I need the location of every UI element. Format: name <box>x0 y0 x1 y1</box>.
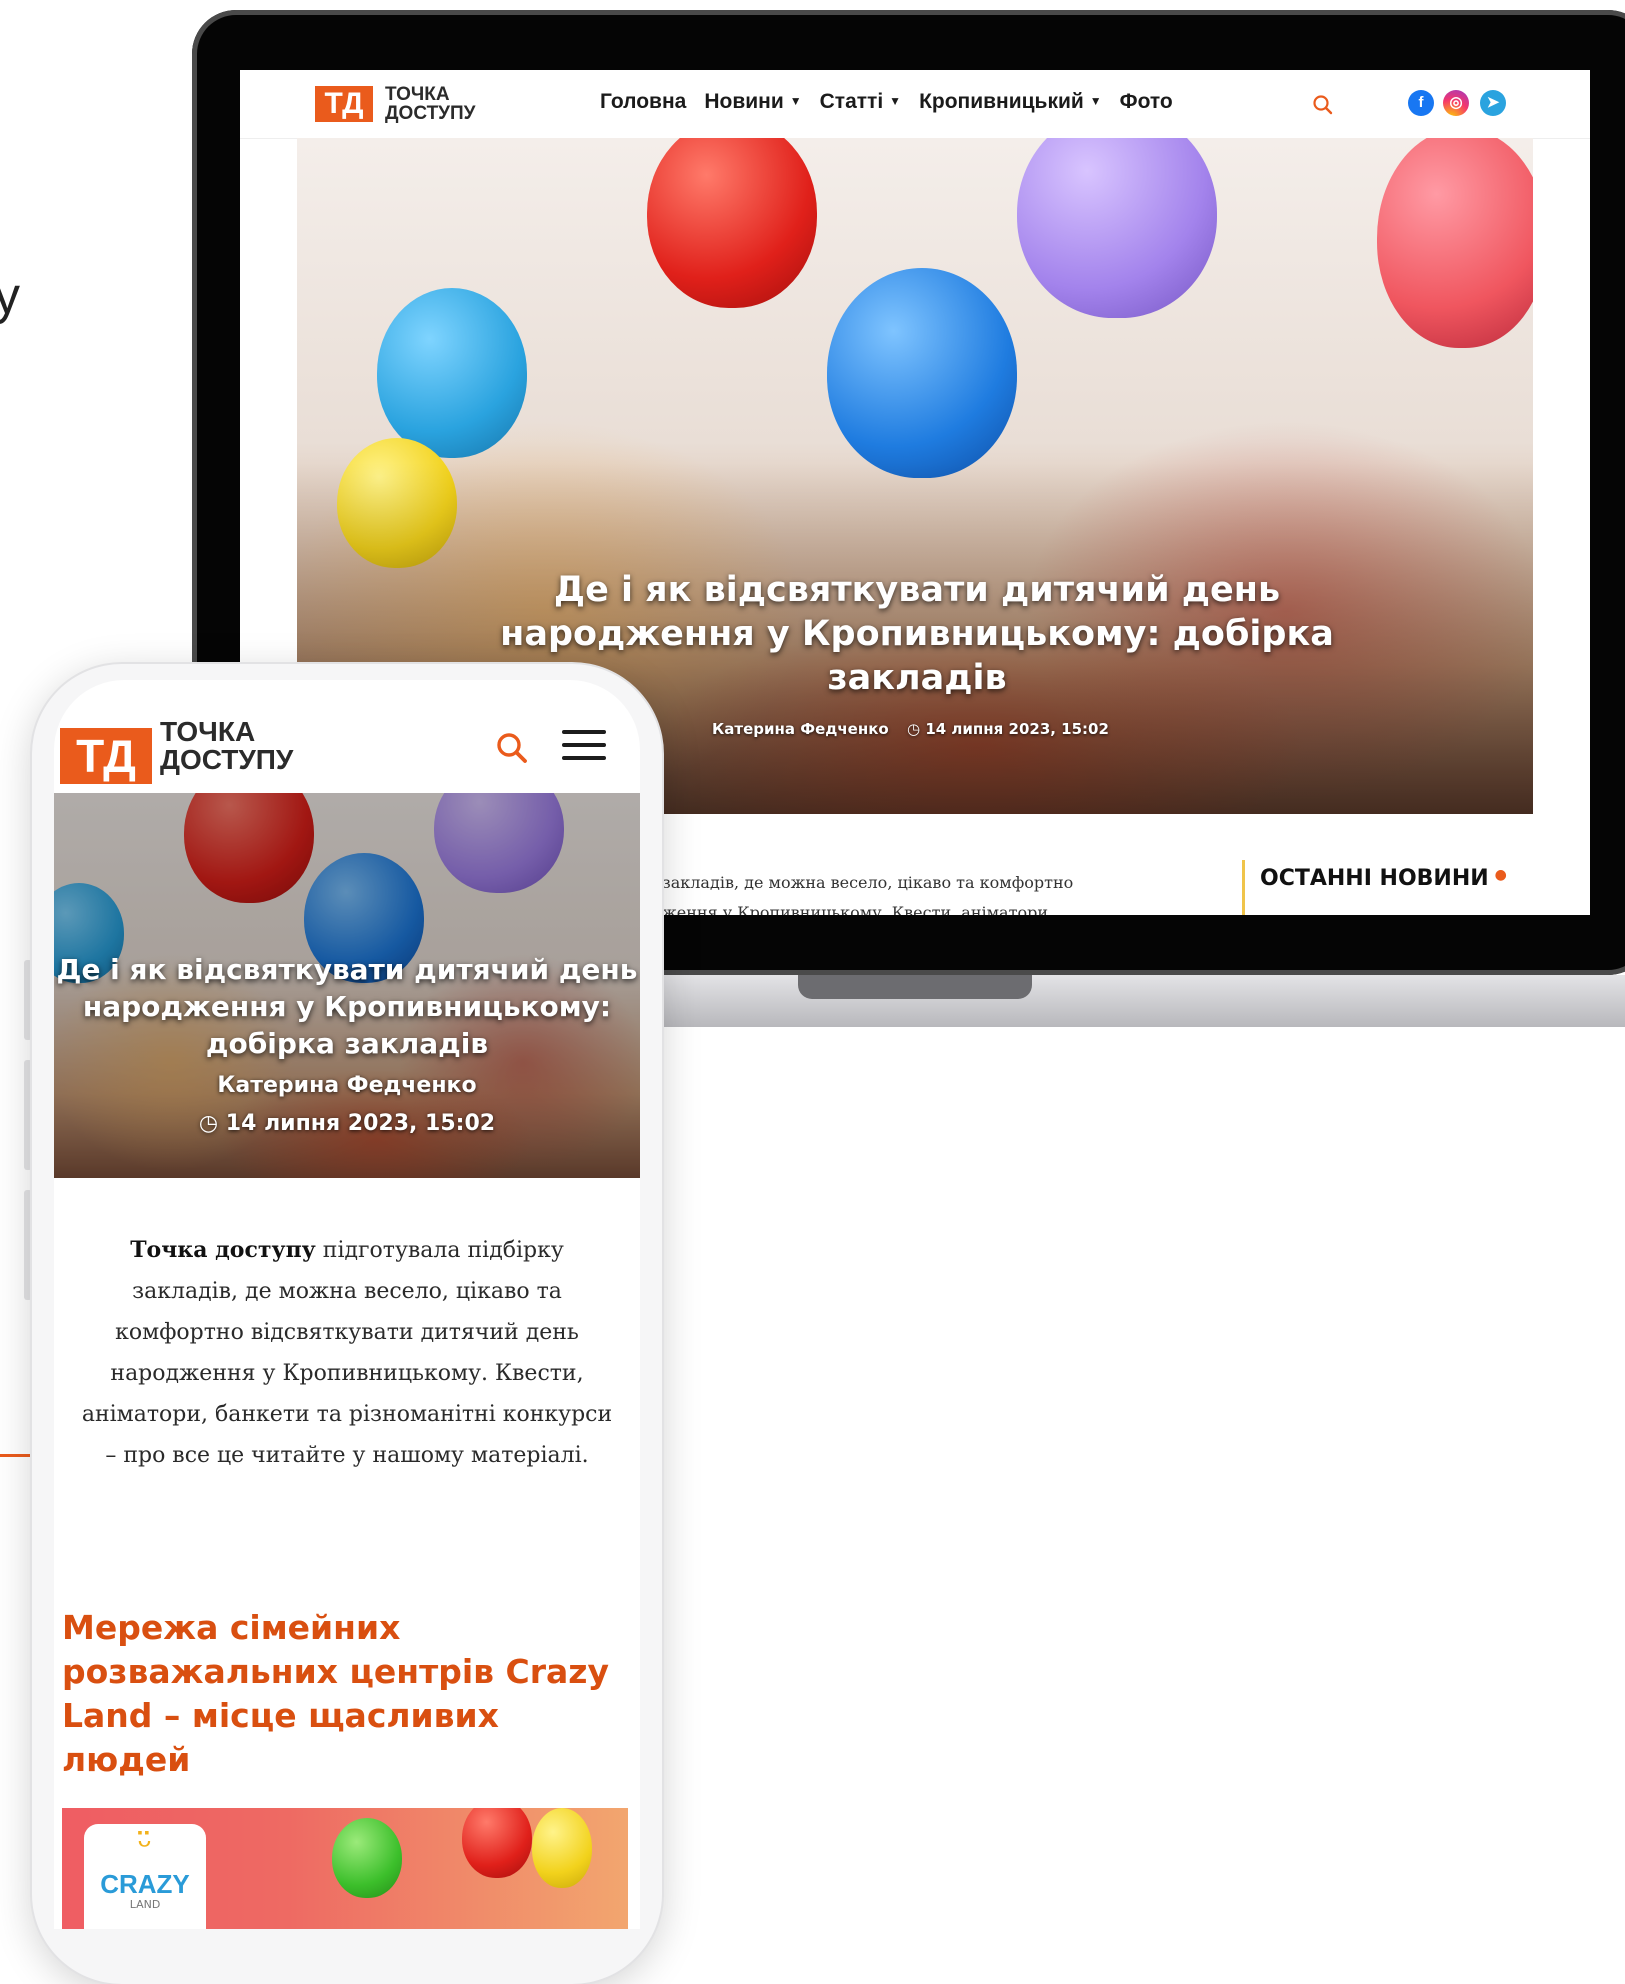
instagram-icon[interactable]: ◎ <box>1443 90 1469 116</box>
phone-button <box>24 1060 32 1170</box>
nav-item-photo[interactable]: Фото <box>1120 90 1173 114</box>
hamburger-menu-icon[interactable] <box>562 730 606 760</box>
article-body-preview: закладів, де можна весело, цікаво та ком… <box>662 873 1074 915</box>
nav-item-kropyvnytskyi[interactable]: Кропивницький ▼ <box>919 90 1102 114</box>
main-navigation: Головна Новини ▼ Статті ▼ Кропивницький ▼ Ф… <box>600 90 1173 114</box>
site-header: ТД ТОЧКА ДОСТУПУ Головна Новини ▼ Статті ▼… <box>240 70 1590 139</box>
nav-item-articles[interactable]: Статті ▼ <box>820 90 901 114</box>
caret-down-icon: ▼ <box>889 94 902 108</box>
sidebar-divider <box>1242 860 1245 915</box>
article-author[interactable]: Катерина Федченко <box>54 1073 640 1098</box>
logo-mark[interactable]: ТД <box>315 86 373 122</box>
search-icon[interactable] <box>1310 92 1336 118</box>
clock-icon: ◷ <box>907 720 921 738</box>
laptop-notch <box>798 975 1032 999</box>
balloon <box>462 1808 532 1878</box>
article-title[interactable]: Де і як відсвяткувати дитячий день народ… <box>54 951 640 1062</box>
latest-news-heading[interactable]: ОСТАННІ НОВИНИ ● <box>1260 866 1507 891</box>
clock-icon: ◷ <box>198 1111 219 1136</box>
caret-down-icon: ▼ <box>1089 94 1102 108</box>
article-author[interactable]: Катерина Федченко <box>712 720 889 738</box>
caret-down-icon: ▼ <box>789 94 802 108</box>
article-lead: Точка доступу підготувала підбірку закла… <box>81 1237 613 1468</box>
nav-item-home[interactable]: Головна <box>600 90 686 114</box>
accent-line <box>0 1454 36 1457</box>
smile-icon: ᵕ̈ <box>137 1826 153 1867</box>
logo-wordmark[interactable]: ТОЧКА ДОСТУПУ <box>160 718 293 774</box>
crazy-land-logo: ᵕ̈ CRAZY LAND <box>84 1824 206 1929</box>
logo-line-1: ТОЧКА <box>160 716 256 747</box>
article-date: ◷ 14 липня 2023, 15:02 <box>198 1111 496 1136</box>
logo-line-1: ТОЧКА <box>385 84 450 105</box>
nav-item-news[interactable]: Новини ▼ <box>704 90 801 114</box>
mobile-site-screen: ТД ТОЧКА ДОСТУПУ Де і як відсвяткувати д… <box>54 680 640 1929</box>
search-icon[interactable] <box>492 728 532 768</box>
crazy-land-image[interactable]: ᵕ̈ CRAZY LAND <box>62 1808 628 1929</box>
logo-wordmark[interactable]: ТОЧКА ДОСТУПУ <box>385 85 475 123</box>
telegram-icon[interactable]: ➤ <box>1480 90 1506 116</box>
logo-mark[interactable]: ТД <box>60 728 152 784</box>
facebook-icon[interactable]: f <box>1408 90 1434 116</box>
logo-line-2: ДОСТУПУ <box>385 103 476 124</box>
logo-line-2: ДОСТУПУ <box>160 744 294 775</box>
phone-button <box>24 960 32 1040</box>
cropped-text-fragment: у <box>0 267 20 325</box>
laptop-base <box>640 975 1625 1027</box>
balloon <box>532 1808 592 1888</box>
section-heading[interactable]: Мережа сімейних розважальних центрів Cra… <box>62 1606 622 1782</box>
dot-icon: ● <box>1494 867 1507 883</box>
balloon <box>332 1818 402 1898</box>
article-date: ◷ 14 липня 2023, 15:02 <box>907 720 1109 738</box>
hero-image[interactable]: Де і як відсвяткувати дитячий день народ… <box>54 793 640 1178</box>
phone-button <box>24 1190 32 1300</box>
